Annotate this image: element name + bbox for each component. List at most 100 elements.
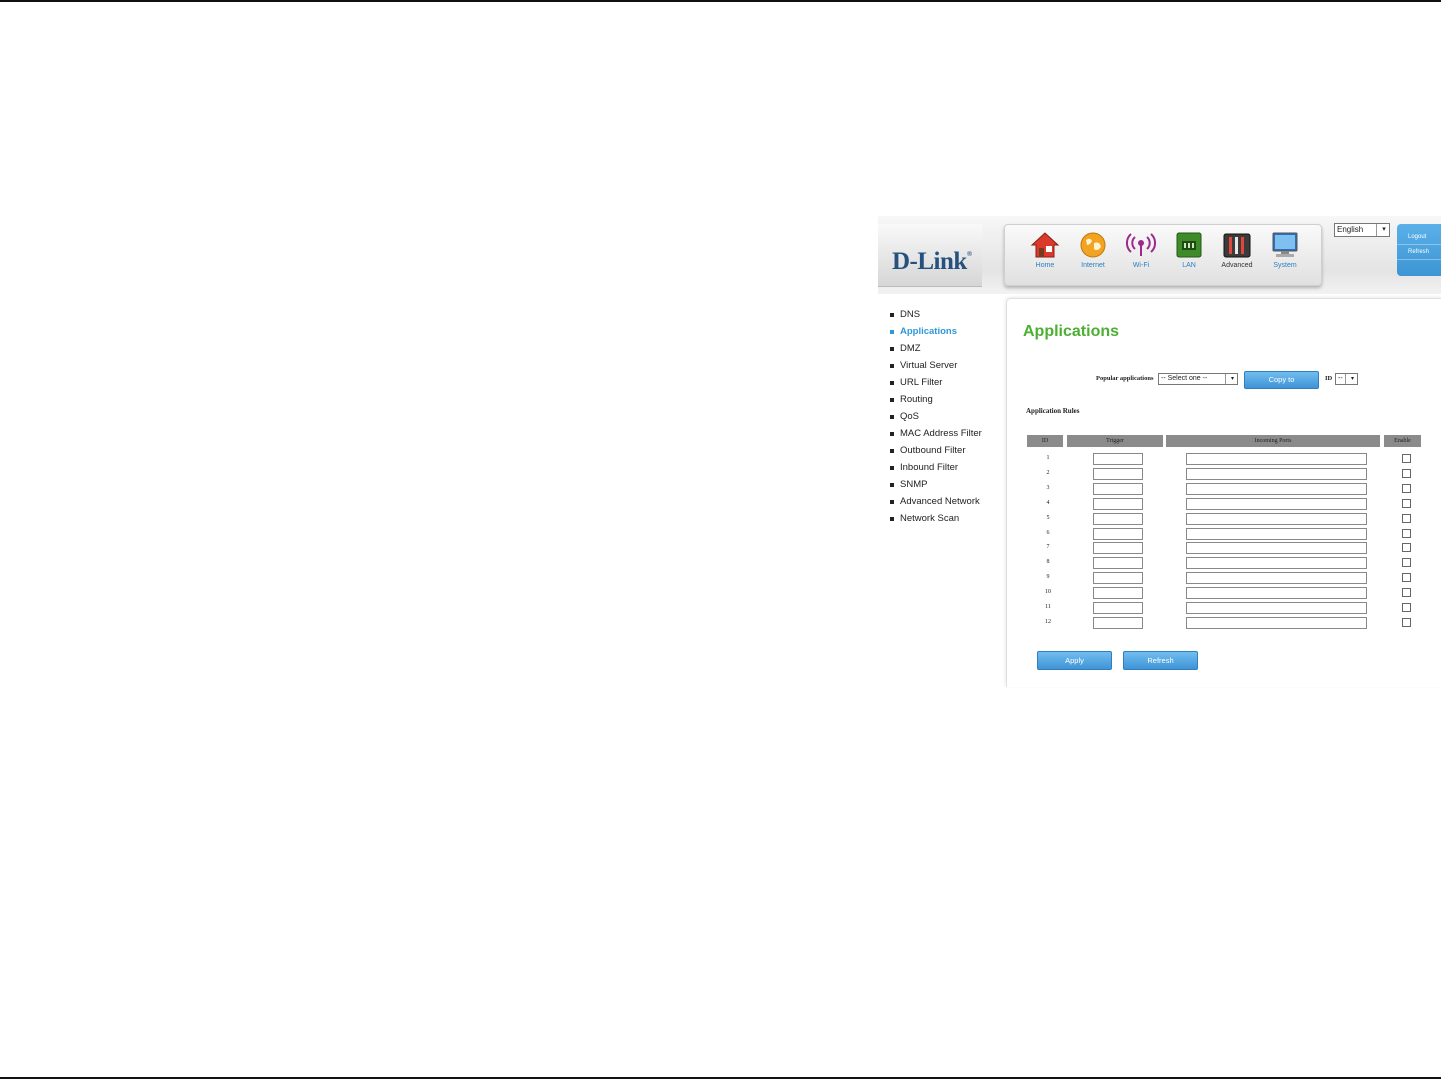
incoming-ports-input[interactable] [1186, 482, 1367, 495]
sidebar-item-advanced-network[interactable]: Advanced Network [890, 493, 1008, 510]
nav-home[interactable]: Home [1022, 231, 1068, 279]
trigger-input[interactable] [1093, 512, 1143, 525]
copy-to-button[interactable]: Copy to [1244, 371, 1319, 389]
incoming-ports-input[interactable] [1186, 616, 1367, 629]
incoming-ports-input[interactable] [1186, 587, 1367, 600]
column-header-incoming-ports: Incoming Ports [1166, 435, 1380, 447]
nav-internet-label: Internet [1081, 262, 1105, 269]
enable-checkbox[interactable] [1402, 558, 1411, 568]
enable-checkbox[interactable] [1402, 483, 1411, 493]
incoming-ports-input[interactable] [1186, 467, 1367, 480]
nav-internet[interactable]: Internet [1070, 231, 1116, 279]
sidebar-item-routing[interactable]: Routing [890, 391, 1008, 408]
bullet-icon [890, 330, 894, 334]
advanced-tools-icon [1223, 233, 1251, 258]
nav-lan[interactable]: LAN [1166, 231, 1212, 279]
row-id: 12 [1045, 618, 1051, 625]
row-id: 3 [1046, 484, 1050, 491]
enable-checkbox[interactable] [1402, 543, 1411, 553]
enable-checkbox[interactable] [1402, 573, 1411, 583]
incoming-ports-input[interactable] [1186, 602, 1367, 614]
dlink-logo: D-Link® [892, 248, 972, 275]
trigger-input[interactable] [1093, 482, 1143, 495]
nav-advanced[interactable]: Advanced [1214, 231, 1260, 279]
incoming-ports-input[interactable] [1186, 542, 1367, 555]
chevron-down-icon: ▾ [1345, 374, 1357, 384]
sidebar-item-applications[interactable]: Applications [890, 323, 1008, 340]
globe-icon [1080, 232, 1106, 258]
enable-checkbox[interactable] [1402, 603, 1411, 612]
nav-lan-label: LAN [1182, 262, 1196, 269]
enable-checkbox[interactable] [1402, 498, 1411, 508]
bullet-icon [890, 432, 894, 436]
trigger-input[interactable] [1093, 616, 1143, 629]
table-row: 4 [1007, 497, 1441, 512]
row-id: 6 [1046, 529, 1050, 536]
table-row: 2 [1007, 467, 1441, 482]
sidebar-item-inbound-filter[interactable]: Inbound Filter [890, 459, 1008, 476]
row-id: 2 [1046, 469, 1050, 476]
nav-system[interactable]: System [1262, 231, 1308, 279]
enable-checkbox[interactable] [1402, 617, 1411, 627]
application-rules-title: Application Rules [1026, 407, 1080, 415]
logout-button[interactable]: Logout [1397, 230, 1441, 245]
bullet-icon [890, 466, 894, 470]
incoming-ports-input[interactable] [1186, 497, 1367, 510]
incoming-ports-input[interactable] [1186, 527, 1367, 540]
id-select[interactable]: -- ▾ [1335, 373, 1358, 385]
bullet-icon [890, 483, 894, 487]
content-panel: Applications Popular applications -- Sel… [1006, 298, 1441, 687]
sidebar-item-outbound-filter[interactable]: Outbound Filter [890, 442, 1008, 459]
sidebar-item-qos[interactable]: QoS [890, 408, 1008, 425]
chevron-down-icon: ▾ [1376, 224, 1389, 236]
sidebar-item-snmp[interactable]: SNMP [890, 476, 1008, 493]
nav-wifi-label: Wi-Fi [1132, 262, 1150, 269]
enable-checkbox[interactable] [1402, 588, 1411, 598]
sidebar-item-dmz[interactable]: DMZ [890, 340, 1008, 357]
enable-checkbox[interactable] [1402, 468, 1411, 478]
trigger-input[interactable] [1093, 497, 1143, 510]
logo-tab: D-Link® [878, 224, 982, 287]
row-id: 4 [1046, 499, 1050, 506]
monitor-icon [1272, 232, 1298, 257]
sidebar-item-virtual-server[interactable]: Virtual Server [890, 357, 1008, 374]
trigger-input[interactable] [1093, 542, 1143, 555]
sidebar-item-dns[interactable]: DNS [890, 306, 1008, 323]
trigger-input[interactable] [1093, 467, 1143, 480]
enable-checkbox[interactable] [1402, 513, 1411, 523]
bullet-icon [890, 347, 894, 351]
table-row: 1 [1007, 452, 1441, 467]
row-id: 11 [1045, 604, 1051, 610]
trigger-input[interactable] [1093, 572, 1143, 585]
sidebar-item-network-scan[interactable]: Network Scan [890, 510, 1008, 527]
apply-button[interactable]: Apply [1037, 651, 1112, 670]
trigger-input[interactable] [1093, 453, 1143, 465]
header-refresh-button[interactable]: Refresh [1397, 245, 1441, 260]
id-select-value: -- [1338, 375, 1343, 382]
incoming-ports-input[interactable] [1186, 512, 1367, 525]
nav-wifi[interactable]: Wi-Fi [1118, 231, 1164, 279]
refresh-button[interactable]: Refresh [1123, 651, 1198, 670]
trigger-input[interactable] [1093, 602, 1143, 614]
bullet-icon [890, 313, 894, 317]
incoming-ports-input[interactable] [1186, 557, 1367, 570]
sidebar-item-mac-address-filter[interactable]: MAC Address Filter [890, 425, 1008, 442]
enable-checkbox[interactable] [1402, 454, 1411, 463]
table-row: 11 [1007, 601, 1441, 616]
language-select[interactable]: English ▾ [1334, 223, 1390, 237]
lan-icon [1176, 232, 1202, 258]
enable-checkbox[interactable] [1402, 528, 1411, 538]
trigger-input[interactable] [1093, 527, 1143, 540]
home-icon [1030, 232, 1060, 258]
table-row: 10 [1007, 586, 1441, 601]
bullet-icon [890, 517, 894, 521]
sidebar-item-url-filter[interactable]: URL Filter [890, 374, 1008, 391]
router-admin-ui: D-Link® Home Internet Wi-Fi LAN Advanced… [878, 216, 1441, 687]
incoming-ports-input[interactable] [1186, 572, 1367, 585]
incoming-ports-input[interactable] [1186, 453, 1367, 465]
wifi-icon [1126, 233, 1156, 256]
trigger-input[interactable] [1093, 587, 1143, 600]
trigger-input[interactable] [1093, 557, 1143, 570]
bullet-icon [890, 364, 894, 368]
popular-applications-select[interactable]: -- Select one -- ▾ [1158, 373, 1238, 385]
